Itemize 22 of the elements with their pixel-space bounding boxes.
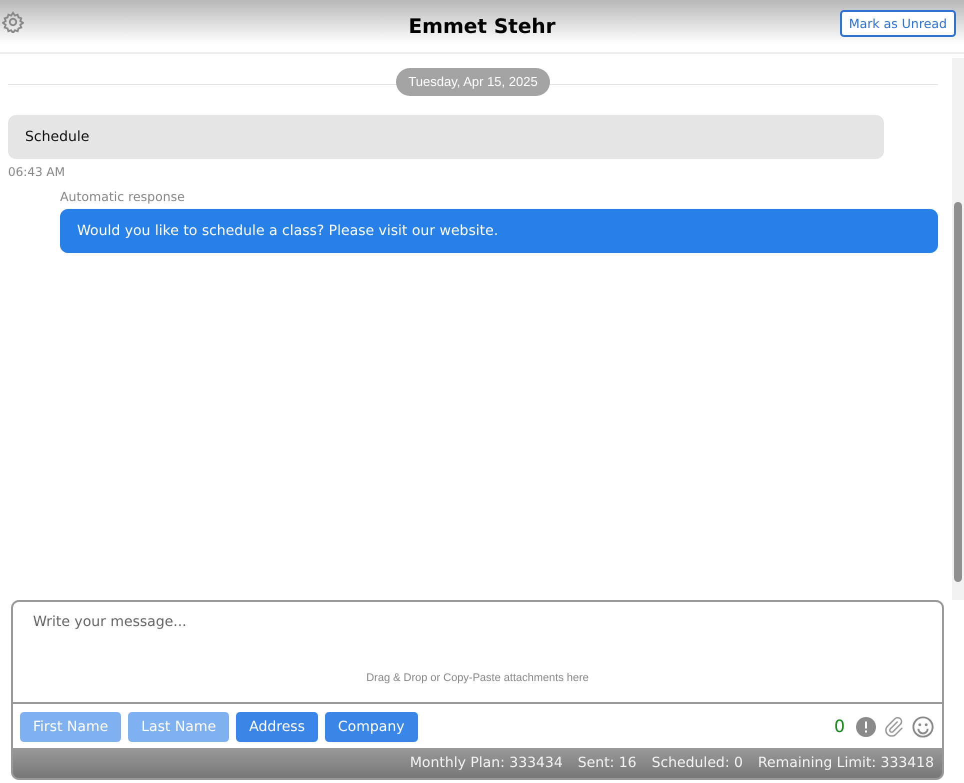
settings-icon[interactable] bbox=[2, 11, 24, 33]
character-count: 0 bbox=[834, 717, 845, 737]
merge-field-button[interactable]: Company bbox=[324, 712, 418, 742]
mark-as-unread-button[interactable]: Mark as Unread bbox=[840, 10, 956, 37]
usage-stat: Remaining Limit: 333418 bbox=[758, 755, 934, 771]
contact-name: Emmet Stehr bbox=[408, 14, 556, 38]
usage-stat: Scheduled: 0 bbox=[652, 755, 743, 771]
outgoing-message: Would you like to schedule a class? Please visit our website. bbox=[60, 209, 938, 253]
paperclip-icon[interactable] bbox=[883, 716, 905, 738]
scrollbar-thumb[interactable] bbox=[954, 202, 962, 582]
merge-field-button[interactable]: Address bbox=[236, 712, 318, 742]
message-label: Automatic response bbox=[60, 189, 186, 204]
incoming-message: Schedule bbox=[8, 115, 884, 159]
usage-stat: Monthly Plan: 333434 bbox=[410, 755, 563, 771]
message-input[interactable]: Write your message... bbox=[11, 600, 944, 658]
drop-hint: Drag & Drop or Copy-Paste attachments here bbox=[11, 658, 944, 704]
date-pill: Tuesday, Apr 15, 2025 bbox=[396, 68, 550, 96]
scrollbar[interactable] bbox=[952, 58, 964, 600]
message-time: 06:43 AM bbox=[8, 165, 66, 179]
usage-stat: Sent: 16 bbox=[578, 755, 637, 771]
alert-icon[interactable] bbox=[856, 717, 876, 737]
emoji-icon[interactable] bbox=[912, 716, 934, 738]
